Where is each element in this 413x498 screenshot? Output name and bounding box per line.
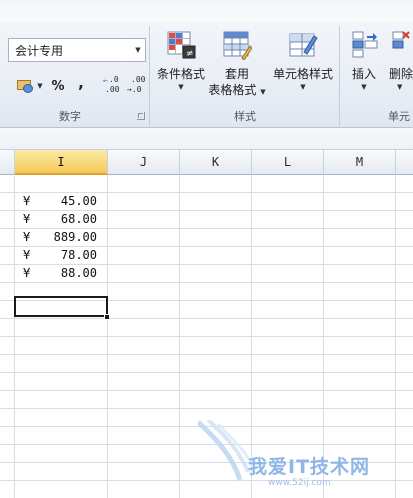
gridline bbox=[0, 462, 413, 463]
table-cell[interactable]: ¥ 45.00 bbox=[15, 193, 106, 210]
gridline bbox=[0, 282, 413, 283]
format-as-table-button[interactable]: 套用 表格格式 ▼ bbox=[206, 30, 268, 98]
table-format-icon bbox=[222, 30, 253, 61]
chevron-down-icon[interactable]: ▼ bbox=[131, 39, 145, 61]
gridline bbox=[0, 336, 413, 337]
cell-value: 45.00 bbox=[60, 194, 97, 208]
active-cell-selection[interactable] bbox=[14, 296, 108, 317]
accounting-format-button[interactable]: ▼ bbox=[14, 75, 46, 97]
conditional-format-icon: ≠ bbox=[166, 30, 196, 59]
number-group-label: 数字 bbox=[59, 110, 81, 123]
group-separator bbox=[339, 26, 340, 126]
cells-group-label: 单元 bbox=[388, 110, 410, 123]
gridline bbox=[0, 390, 413, 391]
cell-styles-label: 单元格样式 bbox=[272, 67, 333, 81]
gridline bbox=[0, 444, 413, 445]
currency-symbol: ¥ bbox=[23, 266, 31, 280]
chevron-down-icon: ▼ bbox=[397, 83, 403, 91]
chevron-down-icon: ▼ bbox=[361, 83, 367, 91]
chevron-down-icon: ▼ bbox=[300, 83, 306, 91]
percent-style-button[interactable]: % bbox=[49, 75, 67, 97]
svg-text:≠: ≠ bbox=[186, 49, 194, 59]
chevron-down-icon: ▼ bbox=[178, 83, 184, 91]
gridline bbox=[0, 372, 413, 373]
insert-cells-icon bbox=[349, 30, 379, 58]
currency-symbol: ¥ bbox=[23, 248, 31, 262]
number-format-combo[interactable]: 会计专用 ▼ bbox=[8, 38, 146, 62]
gridline bbox=[0, 354, 413, 355]
delete-button[interactable]: 删除 ▼ bbox=[389, 30, 413, 92]
ribbon-top-strip bbox=[0, 0, 413, 22]
chevron-down-icon[interactable]: ▼ bbox=[37, 82, 42, 90]
comma-style-button[interactable]: , bbox=[73, 74, 89, 97]
table-cell[interactable]: ¥ 889.00 bbox=[15, 229, 106, 246]
currency-symbol: ¥ bbox=[23, 194, 31, 208]
decrease-decimal-icon: .00 →.0 bbox=[127, 75, 146, 94]
formula-bar-area bbox=[0, 128, 413, 150]
comma-icon: , bbox=[78, 74, 84, 92]
column-header-n[interactable] bbox=[396, 150, 413, 175]
dialog-launcher-icon[interactable] bbox=[137, 112, 145, 120]
select-all-corner[interactable] bbox=[0, 150, 15, 175]
insert-label: 插入 bbox=[351, 67, 376, 81]
increase-decimal-icon: ← .0 .00 bbox=[103, 75, 120, 94]
currency-icon bbox=[17, 79, 34, 93]
increase-decimal-button[interactable]: ← .0 .00 bbox=[102, 74, 126, 96]
conditional-format-label: 条件格式 bbox=[156, 67, 205, 81]
cell-styles-button[interactable]: 单元格样式 ▼ bbox=[270, 30, 336, 92]
cell-value: 68.00 bbox=[60, 212, 97, 226]
cell-value: 889.00 bbox=[53, 230, 97, 244]
delete-cells-icon bbox=[389, 30, 413, 58]
spreadsheet-grid[interactable]: I J K L M ¥ 45.00 ¥ 68.00 ¥ 889.00 ¥ 78.… bbox=[0, 150, 413, 498]
gridline bbox=[0, 480, 413, 481]
cell-styles-icon bbox=[288, 30, 318, 58]
column-header-m[interactable]: M bbox=[324, 150, 396, 175]
format-as-table-label-line2: 表格格式 ▼ bbox=[208, 83, 266, 97]
column-header-row: I J K L M bbox=[0, 150, 413, 175]
table-cell[interactable]: ¥ 68.00 bbox=[15, 211, 106, 228]
gridline bbox=[0, 318, 413, 319]
column-header-j[interactable]: J bbox=[108, 150, 180, 175]
column-header-k[interactable]: K bbox=[180, 150, 252, 175]
conditional-format-button[interactable]: ≠ 条件格式 ▼ bbox=[152, 30, 210, 92]
cell-value: 88.00 bbox=[60, 266, 97, 280]
currency-symbol: ¥ bbox=[23, 230, 31, 244]
table-cell[interactable]: ¥ 88.00 bbox=[15, 265, 106, 282]
ribbon: 会计专用 ▼ ▼ % , ← .0 .00 .00 →.0 数字 ≠ 条件格式 … bbox=[0, 0, 413, 128]
gridline bbox=[0, 408, 413, 409]
insert-button[interactable]: 插入 ▼ bbox=[343, 30, 385, 92]
fill-handle[interactable] bbox=[104, 314, 110, 320]
currency-symbol: ¥ bbox=[23, 212, 31, 226]
delete-label: 删除 bbox=[389, 67, 413, 81]
styles-group-label: 样式 bbox=[234, 110, 256, 123]
gridline bbox=[0, 426, 413, 427]
number-format-value: 会计专用 bbox=[15, 43, 64, 58]
percent-icon: % bbox=[51, 78, 65, 94]
column-header-l[interactable]: L bbox=[252, 150, 324, 175]
cell-value: 78.00 bbox=[60, 248, 97, 262]
table-cell[interactable]: ¥ 78.00 bbox=[15, 247, 106, 264]
column-header-i[interactable]: I bbox=[15, 150, 108, 175]
decrease-decimal-button[interactable]: .00 →.0 bbox=[124, 74, 148, 96]
format-as-table-label-line1: 套用 bbox=[224, 67, 249, 81]
